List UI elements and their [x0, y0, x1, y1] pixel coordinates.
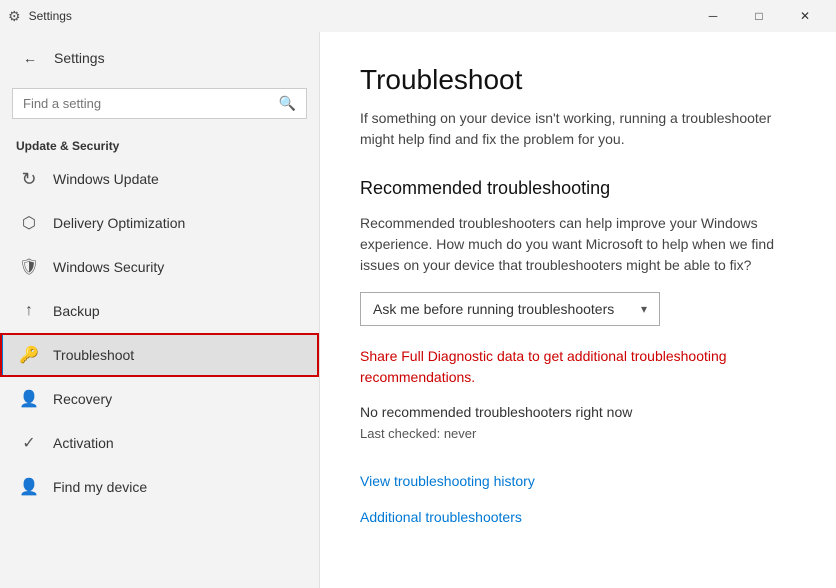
- nav-label-windows-update: Windows Update: [53, 171, 159, 187]
- refresh-icon: ↻: [19, 169, 39, 189]
- dropdown-value: Ask me before running troubleshooters: [373, 301, 614, 317]
- page-title: Troubleshoot: [360, 64, 796, 96]
- chevron-down-icon: ▾: [641, 302, 647, 316]
- sidebar-item-backup[interactable]: ↑ Backup: [0, 289, 319, 333]
- sidebar-item-delivery-optimization[interactable]: ⬡ Delivery Optimization: [0, 201, 319, 245]
- nav-label-backup: Backup: [53, 303, 100, 319]
- minimize-button[interactable]: ─: [690, 0, 736, 32]
- backup-icon: ↑: [19, 301, 39, 321]
- section-label: Update & Security: [0, 131, 319, 157]
- sidebar-item-find-my-device[interactable]: 👤 Find my device: [0, 465, 319, 509]
- search-input[interactable]: [23, 96, 273, 111]
- main-panel: Troubleshoot If something on your device…: [320, 32, 836, 588]
- titlebar-title: Settings: [29, 9, 690, 23]
- back-button[interactable]: ←: [16, 44, 44, 72]
- nav-label-delivery-optimization: Delivery Optimization: [53, 215, 185, 231]
- delivery-icon: ⬡: [19, 213, 39, 233]
- sidebar: ← Settings 🔍 Update & Security ↻ Windows…: [0, 32, 320, 588]
- share-diagnostic-link[interactable]: Share Full Diagnostic data to get additi…: [360, 346, 790, 388]
- sidebar-item-activation[interactable]: ✓ Activation: [0, 421, 319, 465]
- shield-icon: 🛡: [19, 257, 39, 277]
- app-body: ← Settings 🔍 Update & Security ↻ Windows…: [0, 32, 836, 588]
- maximize-button[interactable]: □: [736, 0, 782, 32]
- view-history-link[interactable]: View troubleshooting history: [360, 473, 796, 489]
- recommended-desc: Recommended troubleshooters can help imp…: [360, 213, 790, 276]
- sidebar-item-windows-update[interactable]: ↻ Windows Update: [0, 157, 319, 201]
- search-icon: 🔍: [279, 95, 296, 112]
- close-button[interactable]: ✕: [782, 0, 828, 32]
- sidebar-item-recovery[interactable]: 👤 Recovery: [0, 377, 319, 421]
- search-box[interactable]: 🔍: [12, 88, 307, 119]
- settings-icon: ⚙: [8, 8, 21, 25]
- nav-label-activation: Activation: [53, 435, 114, 451]
- titlebar: ⚙ Settings ─ □ ✕: [0, 0, 836, 32]
- additional-troubleshooters-link[interactable]: Additional troubleshooters: [360, 509, 796, 525]
- nav-label-find-my-device: Find my device: [53, 479, 147, 495]
- titlebar-controls: ─ □ ✕: [690, 0, 828, 32]
- last-checked-text: Last checked: never: [360, 426, 796, 441]
- nav-label-recovery: Recovery: [53, 391, 112, 407]
- recovery-icon: 👤: [19, 389, 39, 409]
- sidebar-item-troubleshoot[interactable]: 🔑 Troubleshoot: [0, 333, 319, 377]
- troubleshoot-dropdown[interactable]: Ask me before running troubleshooters ▾: [360, 292, 660, 326]
- activation-icon: ✓: [19, 433, 39, 453]
- no-troubleshooters-text: No recommended troubleshooters right now: [360, 404, 796, 420]
- sidebar-title: Settings: [54, 50, 105, 66]
- page-description: If something on your device isn't workin…: [360, 108, 790, 150]
- nav-label-windows-security: Windows Security: [53, 259, 164, 275]
- recommended-heading: Recommended troubleshooting: [360, 178, 796, 199]
- sidebar-item-windows-security[interactable]: 🛡 Windows Security: [0, 245, 319, 289]
- nav-label-troubleshoot: Troubleshoot: [53, 347, 134, 363]
- find-device-icon: 👤: [19, 477, 39, 497]
- sidebar-header: ← Settings: [0, 32, 319, 84]
- key-icon: 🔑: [19, 345, 39, 365]
